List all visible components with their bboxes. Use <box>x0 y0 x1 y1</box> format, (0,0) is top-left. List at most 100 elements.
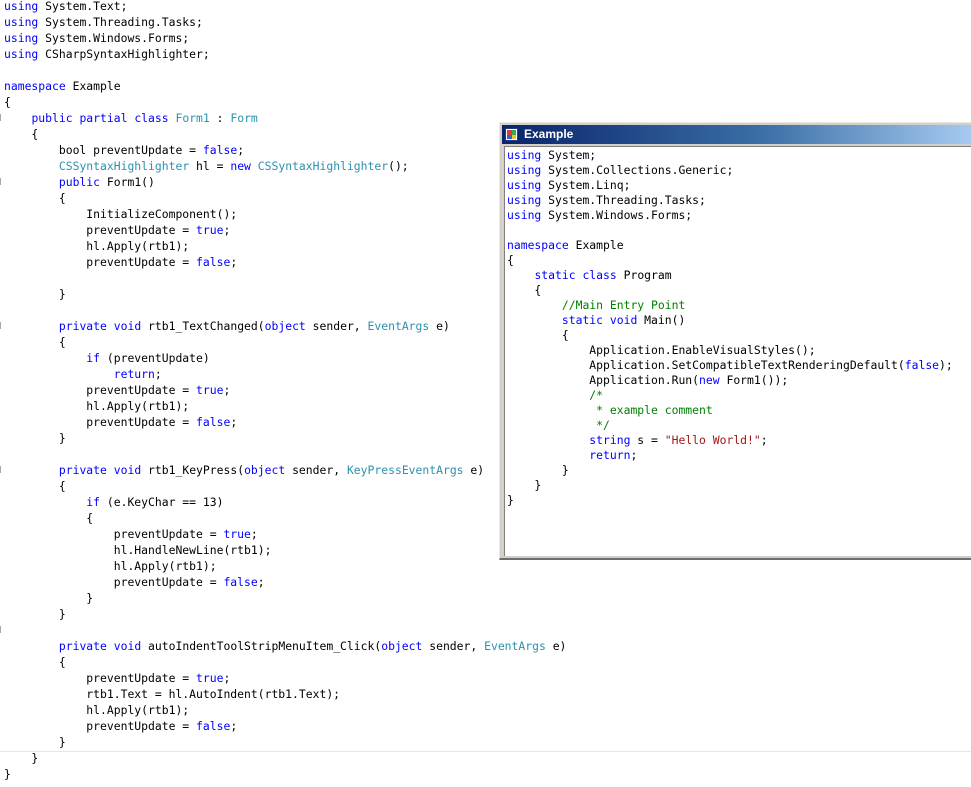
code-line: using System.Text; <box>4 0 127 14</box>
code-line: using CSharpSyntaxHighlighter; <box>4 46 210 62</box>
window-titlebar[interactable]: Example <box>502 125 971 144</box>
code-token: true <box>223 527 251 541</box>
code-token: } <box>4 287 66 301</box>
code-token: { <box>4 655 66 669</box>
code-token: preventUpdate = <box>4 255 197 269</box>
window-title: Example <box>524 127 574 141</box>
code-line: { <box>4 478 66 494</box>
code-token: KeyPressEventArgs <box>346 463 464 477</box>
code-token: "Hello World!" <box>664 433 761 447</box>
code-token: { <box>4 479 66 493</box>
outline-marker <box>0 114 1 121</box>
code-token: void <box>113 319 142 333</box>
code-token: ; <box>230 415 238 429</box>
code-token: } <box>507 493 514 507</box>
code-token: return <box>113 367 155 381</box>
code-token: preventUpdate = <box>4 415 197 429</box>
code-line: { <box>4 126 38 142</box>
code-token: rtb1_TextChanged( <box>141 319 265 333</box>
code-token: Application.SetCompatibleTextRenderingDe… <box>507 358 905 372</box>
rtb-code-line: } <box>507 493 514 508</box>
code-line: private void autoIndentToolStripMenuItem… <box>4 638 567 654</box>
code-token: */ <box>596 418 610 432</box>
code-token: using <box>507 178 542 192</box>
rtb-code-line: //Main Entry Point <box>507 298 685 313</box>
code-token: void <box>113 639 142 653</box>
code-token: CSSyntaxHighlighter <box>58 159 190 173</box>
code-line: { <box>4 510 93 526</box>
code-token: System.Text; <box>38 0 128 13</box>
code-token: new <box>230 159 251 173</box>
code-line: using System.Windows.Forms; <box>4 30 189 46</box>
code-line: preventUpdate = true; <box>4 382 230 398</box>
code-token: ; <box>223 383 231 397</box>
code-token: static <box>561 313 604 327</box>
code-line: preventUpdate = true; <box>4 670 230 686</box>
code-token: e) <box>429 319 450 333</box>
code-token: using <box>507 208 542 222</box>
code-token: true <box>196 671 224 685</box>
code-token: new <box>699 373 720 387</box>
code-line: { <box>4 190 66 206</box>
code-token: true <box>196 223 224 237</box>
code-token: e) <box>545 639 567 653</box>
editor-divider <box>0 751 971 752</box>
code-token: EventArgs <box>367 319 430 333</box>
code-token: ; <box>230 255 238 269</box>
code-token: sender, <box>285 463 347 477</box>
code-token: { <box>507 253 514 267</box>
code-token: preventUpdate = <box>4 527 224 541</box>
code-token: Main() <box>637 313 686 327</box>
code-line: preventUpdate = false; <box>4 414 237 430</box>
code-token: Form <box>230 111 258 125</box>
code-token: } <box>4 751 39 765</box>
code-token: object <box>381 639 423 653</box>
code-token: /* <box>589 388 604 402</box>
example-window[interactable]: Example using System; using System.Collec… <box>499 122 971 560</box>
code-token: Example <box>568 238 624 252</box>
code-line: hl.HandleNewLine(rtb1); <box>4 542 272 558</box>
rtb-code-line: Application.Run(new Form1()); <box>507 373 788 388</box>
code-token: sender, <box>305 319 368 333</box>
code-token: private <box>58 319 107 333</box>
code-token: object <box>244 463 286 477</box>
code-token: (e.KeyChar == 13) <box>100 495 224 509</box>
code-line: if (e.KeyChar == 13) <box>4 494 223 510</box>
code-line: { <box>4 94 11 110</box>
code-token: using <box>507 148 542 162</box>
code-token: class <box>134 111 169 125</box>
rtb-code-line: { <box>507 283 541 298</box>
rtb-code-line: */ <box>507 418 610 433</box>
code-token: System.Linq; <box>541 178 631 192</box>
rich-text-box[interactable]: using System; using System.Collections.Ge… <box>504 146 971 556</box>
code-line: hl.Apply(rtb1); <box>4 398 189 414</box>
code-token: hl.Apply(rtb1); <box>4 239 190 253</box>
code-token: true <box>196 383 224 397</box>
code-token: ); <box>939 358 953 372</box>
code-token: ; <box>154 367 162 381</box>
code-token: } <box>4 591 94 605</box>
code-line: hl.Apply(rtb1); <box>4 238 189 254</box>
code-token: class <box>582 268 617 282</box>
code-token: void <box>609 313 638 327</box>
rtb-code-line: } <box>507 478 541 493</box>
code-token: (preventUpdate) <box>100 351 210 365</box>
code-line: preventUpdate = false; <box>4 718 237 734</box>
code-token: ; <box>250 527 258 541</box>
code-token: bool <box>4 143 94 157</box>
code-line: preventUpdate = false; <box>4 254 237 270</box>
code-token: } <box>4 431 66 445</box>
code-token: ; <box>630 448 638 462</box>
code-line: rtb1.Text = hl.AutoIndent(rtb1.Text); <box>4 686 340 702</box>
code-token: Application.EnableVisualStyles(); <box>507 343 816 357</box>
rtb-code-line: static void Main() <box>507 313 685 328</box>
code-line: } <box>4 734 66 750</box>
code-token: preventUpdate = <box>4 671 197 685</box>
code-token: } <box>4 607 66 621</box>
rtb-code-line: using System.Collections.Generic; <box>507 163 733 178</box>
